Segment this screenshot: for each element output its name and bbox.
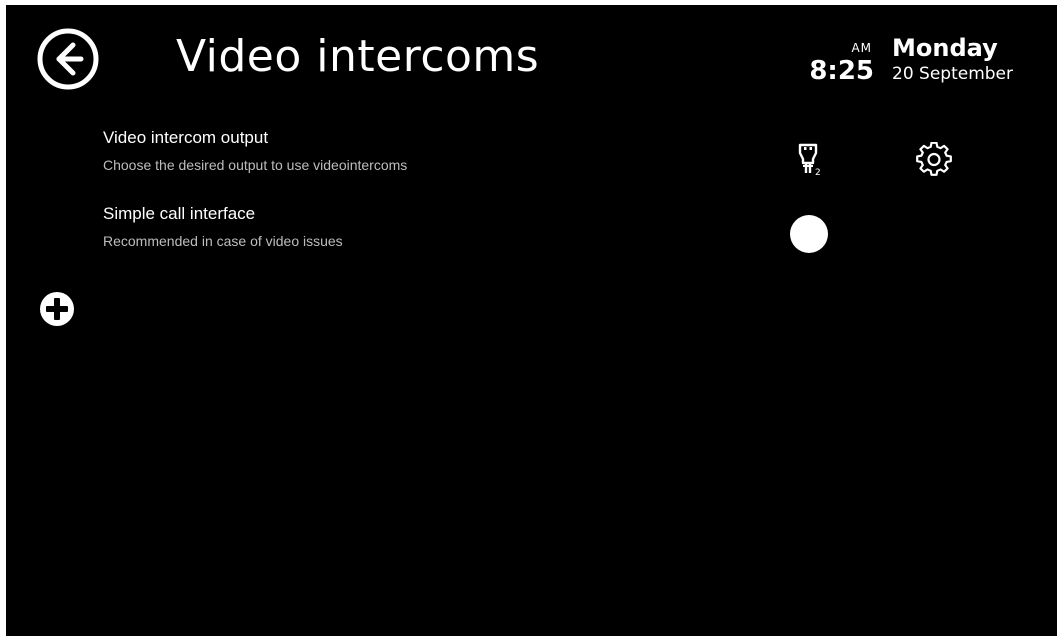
gear-icon [916, 142, 952, 176]
simple-call-toggle[interactable] [790, 215, 828, 253]
plus-circle-icon [40, 292, 74, 326]
page-title: Video intercoms [176, 31, 540, 82]
date-display: Monday 20 September [892, 33, 1013, 85]
setting-video-intercom-output: Video intercom output Choose the desired… [103, 127, 407, 175]
setting-description: Recommended in case of video issues [103, 233, 343, 249]
arrow-left-circle-icon [37, 28, 99, 90]
setting-title: Simple call interface [103, 204, 256, 223]
svg-text:2: 2 [815, 168, 821, 178]
add-button[interactable] [39, 291, 75, 327]
clock: AM 8:25 [796, 41, 874, 91]
video-intercoms-screen: Video intercoms AM 8:25 Monday 20 Septem… [6, 5, 1057, 636]
output-settings-button[interactable] [916, 142, 952, 178]
hdmi-output-2-icon: 2 [798, 143, 821, 178]
setting-title: Video intercom output [103, 128, 269, 147]
hdmi-output-button[interactable]: 2 [796, 141, 824, 181]
setting-description: Choose the desired output to use videoin… [103, 157, 408, 173]
setting-simple-call-interface: Simple call interface Recommended in cas… [103, 203, 343, 251]
back-button[interactable] [36, 27, 100, 91]
weekday-label: Monday [892, 34, 998, 62]
date-label: 20 September [892, 64, 1014, 84]
clock-ampm: AM [851, 41, 872, 55]
clock-time: 8:25 [809, 56, 874, 86]
